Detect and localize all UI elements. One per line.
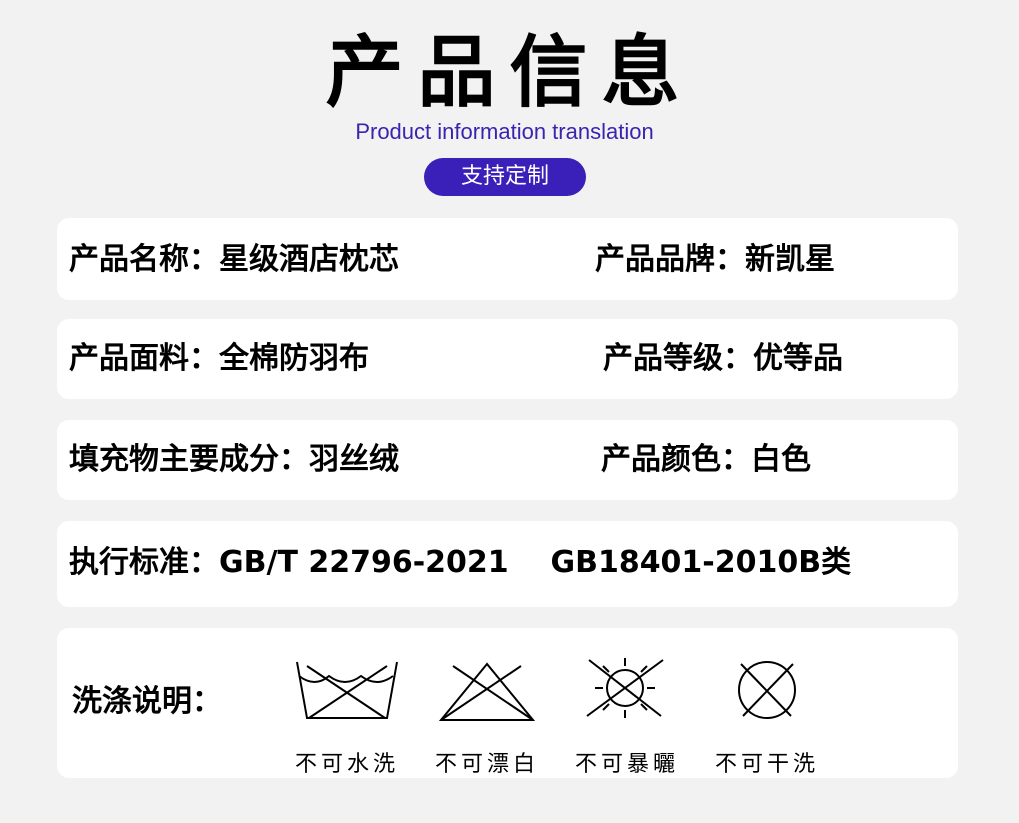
no-dry-clean-icon — [738, 661, 796, 719]
page-title: 产品信息 — [325, 28, 694, 118]
info-card-standard: 执行标准：GB/T 22796-2021 GB18401-2010B类 — [57, 521, 958, 607]
care-card: 洗涤说明： 不可水洗 不可漂白 不可暴曬 不可干洗 — [57, 628, 958, 778]
customization-badge: 支持定制 — [424, 158, 586, 196]
info-card-fabric: 产品面料：全棉防羽布 产品等级：优等品 — [57, 319, 958, 399]
no-wash-icon — [296, 661, 398, 719]
no-bleach-icon — [438, 662, 536, 721]
care-item-label: 不可水洗 — [294, 752, 399, 777]
care-item-label: 不可暴曬 — [574, 752, 679, 777]
product-grade: 产品等级：优等品 — [603, 341, 843, 376]
product-name: 产品名称：星级酒店枕芯 — [69, 242, 399, 277]
no-sun-dry-icon — [586, 658, 664, 718]
product-color: 产品颜色：白色 — [601, 442, 811, 477]
page-subtitle: Product information translation — [355, 119, 654, 144]
product-filling: 填充物主要成分：羽丝绒 — [69, 442, 399, 477]
info-card-name: 产品名称：星级酒店枕芯 产品品牌：新凯星 — [57, 218, 958, 300]
care-item-no-wash: 不可水洗 — [277, 658, 417, 777]
care-label: 洗涤说明： — [72, 684, 222, 719]
product-standard: 执行标准：GB/T 22796-2021 GB18401-2010B类 — [69, 545, 852, 580]
product-fabric: 产品面料：全棉防羽布 — [69, 341, 369, 376]
product-brand: 产品品牌：新凯星 — [595, 242, 835, 277]
info-card-filling: 填充物主要成分：羽丝绒 产品颜色：白色 — [57, 420, 958, 500]
care-item-no-bleach: 不可漂白 — [417, 658, 557, 777]
care-item-no-sun-dry: 不可暴曬 — [557, 658, 697, 777]
care-item-label: 不可干洗 — [714, 752, 819, 777]
care-item-label: 不可漂白 — [434, 752, 539, 777]
care-item-no-dry-clean: 不可干洗 — [697, 658, 837, 777]
